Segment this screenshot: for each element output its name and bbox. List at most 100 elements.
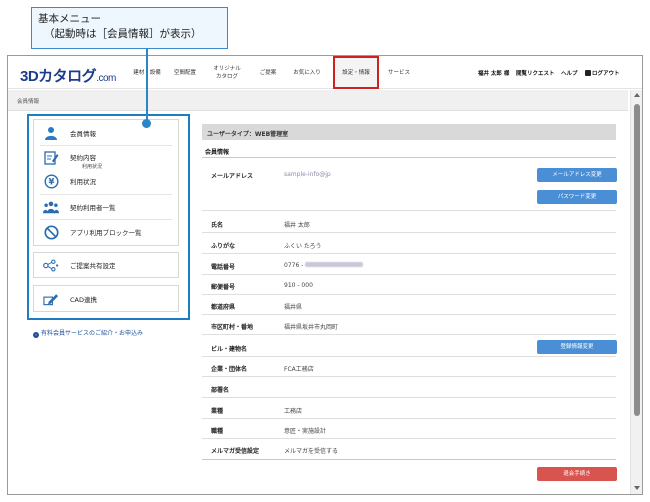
value-address: 福井県坂井市丸岡町 bbox=[284, 324, 339, 331]
section-divider bbox=[202, 459, 616, 460]
value-newsletter: メルマガを受信する bbox=[284, 448, 339, 455]
scrollbar-thumb[interactable] bbox=[634, 104, 640, 416]
change-password-button[interactable]: パスワード変更 bbox=[537, 190, 617, 204]
section-divider bbox=[202, 210, 616, 211]
menu-label-usage: 利用状況 bbox=[70, 178, 96, 186]
scroll-up-arrow-icon[interactable] bbox=[634, 93, 640, 97]
row-divider bbox=[202, 334, 616, 335]
menu-label-contract-users: 契約利用者一覧 bbox=[70, 204, 116, 212]
side-menu-group-cad: CAD連携 bbox=[33, 285, 179, 312]
menu-label-app-block-list: アプリ利用ブロック一覧 bbox=[70, 229, 142, 237]
menu-label-member-info: 会員情報 bbox=[70, 130, 96, 138]
value-company: FCA工務店 bbox=[284, 366, 314, 373]
annotation-line2: （起動時は［会員情報］が表示） bbox=[44, 28, 202, 40]
lock-icon bbox=[585, 70, 591, 76]
nav-space-layout[interactable]: 空間配置 bbox=[168, 56, 202, 89]
side-menu-group-main: 会員情報 契約内容 利用状況 ¥ 利用状況 契約利用者一覧 アプリ利用ブロック一… bbox=[33, 119, 179, 246]
nav-settings-info[interactable]: 設定・情報 bbox=[333, 56, 379, 89]
paid-service-link[interactable]: › 有料会員サービスのご紹介・お申込み bbox=[33, 328, 143, 338]
scroll-down-arrow-icon[interactable] bbox=[634, 486, 640, 490]
help-link[interactable]: ヘルプ bbox=[561, 69, 578, 77]
label-building: ビル・建物名 bbox=[211, 346, 248, 353]
menu-item-member-info[interactable]: 会員情報 bbox=[34, 121, 178, 145]
svg-text:¥: ¥ bbox=[48, 177, 54, 187]
scrollbar[interactable] bbox=[630, 90, 642, 494]
redacted-phone bbox=[305, 262, 364, 267]
user-name: 福井 太郎 様 bbox=[478, 71, 510, 77]
label-phone: 電話番号 bbox=[211, 264, 236, 271]
menu-item-proposal-sharing[interactable]: ご提案共有設定 bbox=[34, 253, 178, 277]
row-divider bbox=[202, 397, 616, 398]
menu-item-app-block-list[interactable]: アプリ利用ブロック一覧 bbox=[34, 220, 178, 244]
person-icon bbox=[43, 125, 59, 141]
label-newsletter: メルマガ受信設定 bbox=[211, 448, 260, 455]
label-department: 部署名 bbox=[211, 387, 230, 394]
annotation-line1: 基本メニュー bbox=[38, 13, 101, 25]
logo-suffix: .com bbox=[96, 73, 116, 84]
row-divider bbox=[202, 253, 616, 254]
value-name: 福井 太郎 bbox=[284, 222, 310, 229]
user-type-header: ユーザータイプ：WEB管理室 bbox=[202, 124, 616, 140]
label-postal-code: 郵便番号 bbox=[211, 284, 236, 291]
row-divider bbox=[202, 294, 616, 295]
section-divider bbox=[202, 157, 616, 158]
logout-label: ログアウト bbox=[592, 71, 620, 77]
label-industry: 業種 bbox=[211, 408, 224, 415]
withdraw-button[interactable]: 退会手続き bbox=[537, 467, 617, 481]
arrow-circle-icon: › bbox=[33, 332, 39, 338]
side-menu-group-share: ご提案共有設定 bbox=[33, 252, 179, 278]
menu-item-cad-link[interactable]: CAD連携 bbox=[34, 287, 178, 311]
contract-edit-icon bbox=[43, 149, 59, 165]
logout-link[interactable]: ログアウト bbox=[585, 69, 620, 77]
paid-service-label: 有料会員サービスのご紹介・お申込み bbox=[41, 330, 144, 337]
value-prefecture: 福井県 bbox=[284, 304, 303, 311]
change-email-button[interactable]: メールアドレス変更 bbox=[537, 168, 617, 182]
label-name: 氏名 bbox=[211, 222, 224, 229]
member-info-panel: ユーザータイプ：WEB管理室 会員情報 メールアドレス sample-info@… bbox=[202, 124, 617, 489]
nav-favorites[interactable]: お気に入り bbox=[288, 56, 326, 89]
nav-proposal[interactable]: ご提案 bbox=[253, 56, 283, 89]
change-registration-button[interactable]: 登録情報変更 bbox=[537, 340, 617, 354]
value-phone: 0776 - bbox=[284, 262, 364, 269]
site-logo[interactable]: 3Dカタログ.com bbox=[20, 65, 116, 86]
menu-label-contract: 契約内容 bbox=[70, 154, 96, 162]
menu-label-proposal-sharing: ご提案共有設定 bbox=[70, 262, 116, 270]
value-postal-code: 910 - 000 bbox=[284, 282, 313, 289]
users-group-icon bbox=[43, 199, 59, 215]
value-occupation: 意匠・実施設計 bbox=[284, 428, 327, 435]
block-icon bbox=[43, 224, 59, 240]
section-title: 会員情報 bbox=[205, 149, 230, 156]
annotation-callout: 基本メニュー （起動時は［会員情報］が表示） bbox=[31, 7, 228, 49]
row-divider bbox=[202, 232, 616, 233]
menu-item-usage[interactable]: ¥ 利用状況 bbox=[34, 169, 178, 193]
annotation-leader-line bbox=[146, 49, 148, 123]
nav-original-catalog[interactable]: オリジナル カタログ bbox=[206, 56, 248, 89]
yen-coin-icon: ¥ bbox=[43, 173, 59, 189]
site-header: 3Dカタログ.com 建材・設備 空間配置 オリジナル カタログ ご提案 お気に… bbox=[8, 56, 642, 89]
value-furigana: ふくい たろう bbox=[284, 243, 322, 250]
row-divider bbox=[202, 376, 616, 377]
logo-main: 3Dカタログ bbox=[20, 68, 97, 85]
view-request-link[interactable]: 閲覧リクエスト bbox=[516, 69, 555, 77]
breadcrumb-bar: 会員情報 bbox=[8, 90, 628, 111]
share-icon bbox=[43, 257, 59, 273]
browser-window: 3Dカタログ.com 建材・設備 空間配置 オリジナル カタログ ご提案 お気に… bbox=[7, 55, 643, 495]
menu-item-contract[interactable]: 契約内容 bbox=[34, 145, 178, 169]
label-company: 企業・団体名 bbox=[211, 366, 248, 373]
email-value: sample-info@jp bbox=[284, 171, 331, 178]
menu-label-cad-link: CAD連携 bbox=[70, 296, 97, 304]
nav-service[interactable]: サービス bbox=[382, 56, 416, 89]
row-divider bbox=[202, 314, 616, 315]
row-divider bbox=[202, 356, 616, 357]
row-divider bbox=[202, 274, 616, 275]
label-furigana: ふりがな bbox=[211, 243, 236, 250]
label-prefecture: 都道府県 bbox=[211, 304, 236, 311]
label-occupation: 職種 bbox=[211, 428, 224, 435]
cad-pencil-icon bbox=[43, 291, 59, 307]
breadcrumb: 会員情報 bbox=[17, 99, 40, 105]
row-divider bbox=[202, 438, 616, 439]
email-label: メールアドレス bbox=[211, 173, 254, 180]
label-address: 市区町村・番地 bbox=[211, 324, 254, 331]
menu-item-contract-users[interactable]: 契約利用者一覧 bbox=[34, 195, 178, 219]
annotation-pointer-dot bbox=[142, 119, 151, 128]
